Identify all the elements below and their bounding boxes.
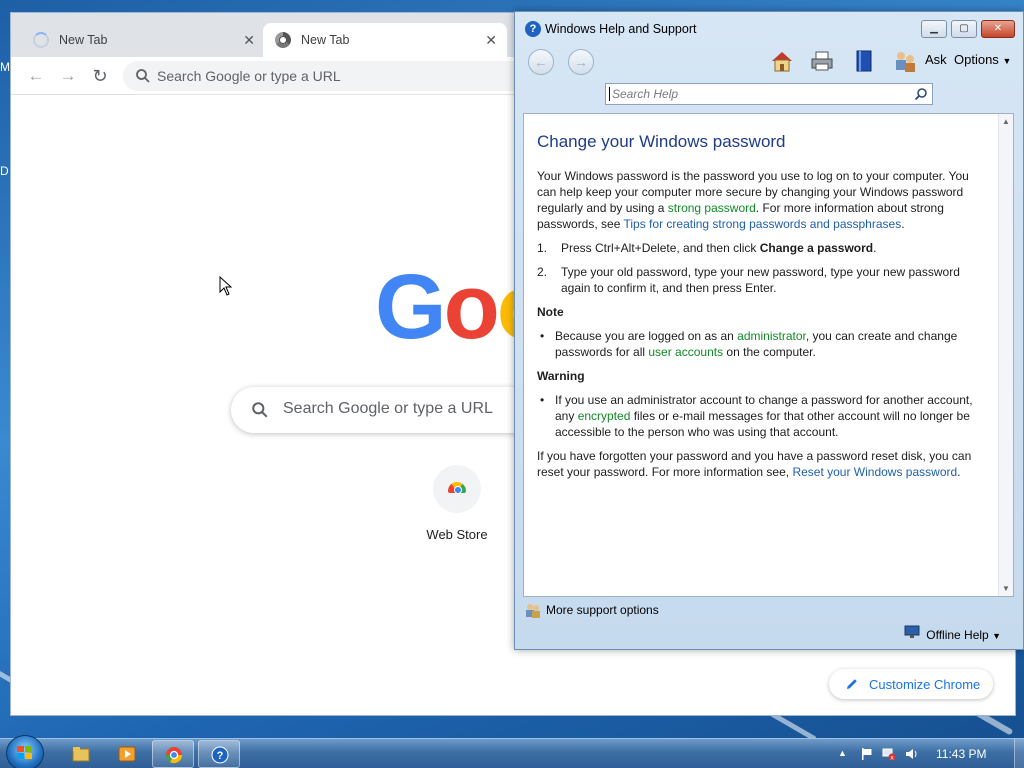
help-article: Change your Windows password Your Window…: [537, 132, 977, 488]
offline-help-label: Offline Help: [926, 628, 989, 642]
taskbar: ? ▲ x 11:43 PM: [0, 735, 1024, 768]
reset-password-link[interactable]: Reset your Windows password: [792, 465, 957, 479]
shortcut-tile: [433, 465, 481, 513]
shortcut-web-store[interactable]: Web Store: [421, 465, 493, 542]
ask-button[interactable]: Ask: [925, 52, 947, 67]
print-icon[interactable]: [809, 48, 835, 74]
network-disconnected-icon[interactable]: x: [882, 747, 896, 761]
search-icon: [136, 69, 150, 83]
article-outro: If you have forgotten your password and …: [537, 449, 972, 479]
close-tab-icon[interactable]: ✕: [485, 32, 497, 49]
media-player-icon: [118, 746, 136, 762]
desktop-icon-label[interactable]: M: [0, 60, 10, 74]
clock[interactable]: 11:43 PM: [936, 747, 986, 761]
ask-people-icon[interactable]: [892, 48, 918, 74]
action-center-flag-icon[interactable]: [860, 747, 874, 761]
taskbar-media-player[interactable]: [106, 740, 148, 768]
encrypted-link[interactable]: encrypted: [578, 409, 631, 423]
taskbar-help-and-support[interactable]: ?: [198, 740, 240, 768]
forward-button[interactable]: →: [568, 49, 594, 75]
article-title: Change your Windows password: [537, 132, 786, 151]
reload-icon[interactable]: ↻: [89, 65, 111, 87]
show-desktop-button[interactable]: [1014, 739, 1024, 768]
help-question-icon: ?: [525, 21, 541, 37]
warning-item: • If you use an administrator account to …: [540, 393, 973, 439]
search-icon[interactable]: [914, 87, 928, 101]
vertical-scrollbar[interactable]: ▲ ▼: [998, 114, 1013, 596]
shortcut-label: Web Store: [426, 527, 488, 542]
mouse-cursor-icon: [219, 276, 233, 296]
minimize-button[interactable]: ▁: [921, 20, 947, 38]
help-icon: ?: [211, 746, 229, 764]
note-heading: Note: [537, 305, 564, 319]
pencil-icon: [847, 679, 857, 689]
customize-chrome-label: Customize Chrome: [869, 676, 981, 692]
folder-icon: [72, 747, 90, 762]
back-button[interactable]: ←: [528, 49, 554, 75]
maximize-button[interactable]: ▢: [951, 20, 977, 38]
chrome-icon: [165, 747, 183, 764]
options-menu[interactable]: Options ▼: [954, 52, 1011, 67]
windows-logo-icon: [17, 746, 32, 759]
browse-help-book-icon[interactable]: [851, 48, 877, 74]
dropdown-arrow-icon: ▼: [1002, 56, 1012, 66]
administrator-link[interactable]: administrator: [737, 329, 806, 343]
scroll-down-arrow-icon[interactable]: ▼: [1002, 584, 1010, 593]
forward-arrow-icon[interactable]: →: [57, 65, 79, 87]
tab-label: New Tab: [59, 33, 108, 47]
help-search-input[interactable]: Search Help: [605, 83, 933, 105]
step-1: 1. Press Ctrl+Alt+Delete, and then click …: [537, 241, 877, 255]
help-toolbar: ← → Ask Options ▼: [515, 42, 1023, 86]
start-button[interactable]: [6, 735, 44, 768]
help-search-placeholder: Search Help: [612, 87, 679, 101]
loading-spinner-icon: [33, 32, 49, 48]
taskbar-windows-explorer[interactable]: [60, 740, 102, 768]
article-intro: Your Windows password is the password yo…: [537, 169, 969, 231]
address-bar-placeholder: Search Google or type a URL: [157, 68, 341, 84]
close-tab-icon[interactable]: ✕: [243, 32, 255, 49]
svg-text:x: x: [890, 755, 894, 762]
tips-strong-passwords-link[interactable]: Tips for creating strong passwords and p…: [624, 217, 902, 231]
web-store-icon: [448, 482, 466, 494]
back-arrow-icon[interactable]: ←: [25, 65, 47, 87]
help-title-bar[interactable]: ? Windows Help and Support ▁ ▢ ✕: [515, 12, 1023, 42]
taskbar-google-chrome[interactable]: [152, 740, 194, 768]
tab-new-tab-active[interactable]: New Tab ✕: [263, 23, 507, 57]
svg-text:?: ?: [217, 750, 224, 762]
more-support-options-label: More support options: [546, 603, 659, 617]
options-label: Options: [954, 52, 999, 67]
tab-new-tab-loading[interactable]: New Tab ✕: [21, 23, 265, 57]
home-icon[interactable]: [769, 48, 795, 74]
tab-label: New Tab: [301, 33, 350, 47]
step-2: 2. Type your old password, type your new …: [537, 265, 960, 295]
close-button[interactable]: ✕: [981, 20, 1015, 38]
help-article-pane: Change your Windows password Your Window…: [523, 113, 1014, 597]
scroll-up-arrow-icon[interactable]: ▲: [1002, 117, 1010, 126]
warning-heading: Warning: [537, 369, 585, 383]
window-title: Windows Help and Support: [545, 22, 697, 36]
customize-chrome-button[interactable]: Customize Chrome: [829, 669, 993, 699]
chrome-logo-icon: [275, 32, 291, 48]
show-hidden-icons-arrow-icon[interactable]: ▲: [838, 748, 852, 762]
strong-password-link[interactable]: strong password: [668, 201, 756, 215]
offline-help-menu[interactable]: Offline Help ▼: [904, 623, 1001, 643]
note-item: • Because you are logged on as an adminis…: [540, 329, 958, 359]
desktop-icon-label[interactable]: D: [0, 164, 9, 178]
help-window: ? Windows Help and Support ▁ ▢ ✕ ← → Ask…: [514, 11, 1024, 650]
more-support-options-button[interactable]: More support options: [523, 600, 1003, 620]
user-accounts-link[interactable]: user accounts: [648, 345, 723, 359]
system-tray: ▲ x 11:43 PM: [834, 739, 1024, 768]
dropdown-arrow-icon: ▼: [992, 631, 1001, 641]
volume-icon[interactable]: [904, 747, 918, 761]
ntp-search-placeholder: Search Google or type a URL: [283, 400, 493, 417]
text-caret: [609, 87, 610, 101]
offline-monitor-icon: [904, 625, 920, 638]
support-people-icon: [526, 604, 540, 618]
search-icon: [252, 402, 268, 418]
